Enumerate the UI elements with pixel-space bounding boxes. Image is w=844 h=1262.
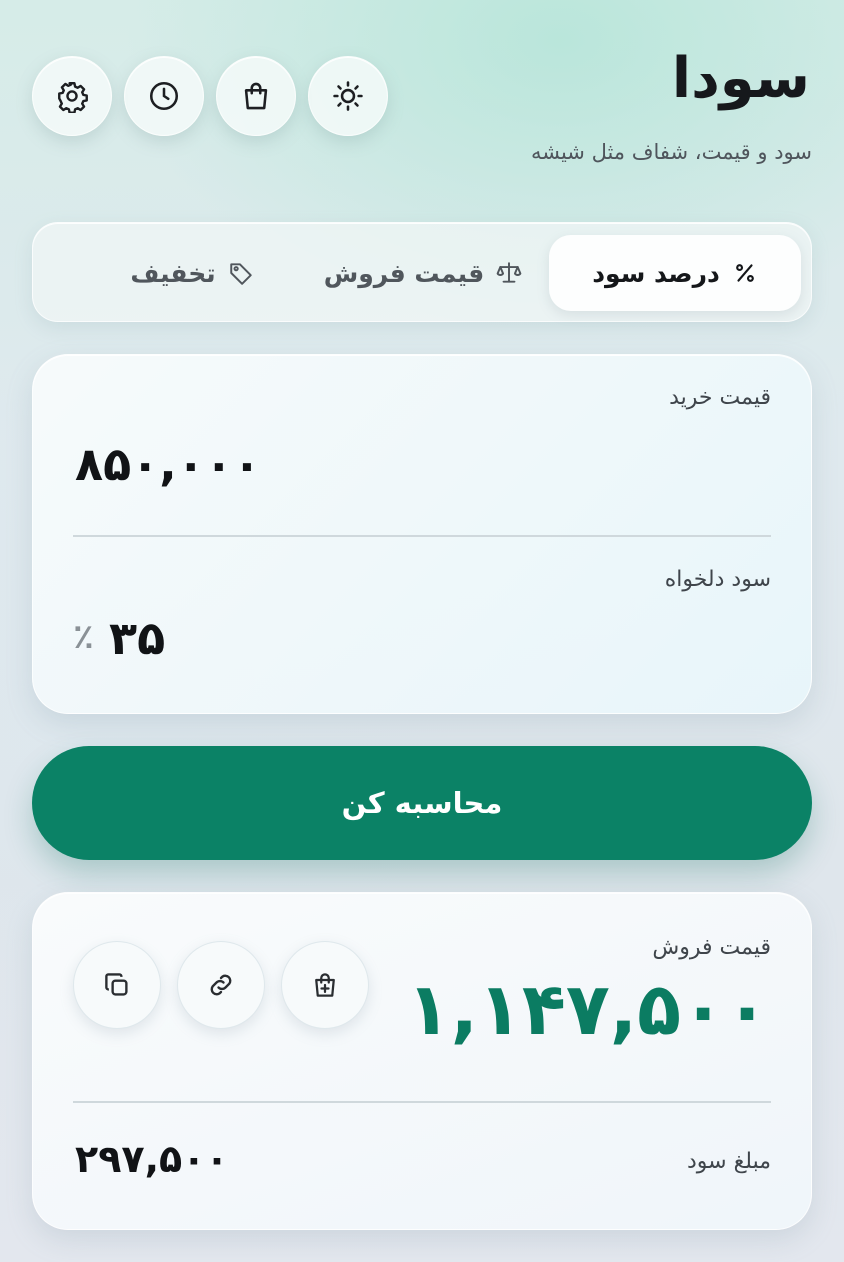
divider bbox=[73, 1101, 771, 1103]
bag-plus-icon bbox=[315, 973, 335, 997]
desired-profit-label: سود دلخواه bbox=[664, 567, 771, 592]
percent-symbol: ٪ bbox=[73, 617, 94, 657]
mode-tabs: درصد سود قیمت فروش تخفیف bbox=[32, 222, 812, 322]
shop-button[interactable] bbox=[216, 56, 296, 136]
tab-profit-percent[interactable]: درصد سود bbox=[549, 235, 801, 311]
purchase-price-input[interactable]: ۸۵۰,۰۰۰ bbox=[75, 437, 261, 491]
input-card: قیمت خرید ۸۵۰,۰۰۰ سود دلخواه ۳۵ ٪ bbox=[32, 354, 812, 714]
app-title: سودا bbox=[671, 46, 811, 111]
app-subtitle: سود و قیمت، شفاف مثل شیشه bbox=[530, 140, 812, 164]
purchase-price-label: قیمت خرید bbox=[669, 385, 771, 410]
calculate-button[interactable]: محاسبه کن bbox=[32, 746, 812, 860]
tab-sale-price[interactable]: قیمت فروش bbox=[303, 235, 543, 311]
sun-icon bbox=[333, 81, 363, 111]
shopping-bag-icon bbox=[244, 82, 268, 110]
divider bbox=[73, 535, 771, 537]
profit-amount-label: مبلغ سود bbox=[686, 1149, 771, 1174]
history-button[interactable] bbox=[124, 56, 204, 136]
gear-icon bbox=[58, 82, 88, 113]
result-card: قیمت فروش ۱,۱۴۷,۵۰۰ مبلغ سود ۲۹۷,۵۰۰ bbox=[32, 892, 812, 1230]
profit-amount-value: ۲۹۷,۵۰۰ bbox=[75, 1137, 229, 1181]
tab-label: قیمت فروش bbox=[323, 258, 485, 288]
tab-discount[interactable]: تخفیف bbox=[87, 235, 297, 311]
clock-icon bbox=[149, 81, 179, 111]
link-icon bbox=[210, 974, 232, 996]
copy-icon bbox=[105, 973, 128, 996]
share-link-button[interactable] bbox=[177, 941, 265, 1029]
percent-icon bbox=[735, 264, 754, 282]
add-to-basket-button[interactable] bbox=[281, 941, 369, 1029]
tag-icon bbox=[229, 263, 252, 285]
sale-price-value: ۱,۱۴۷,۵۰۰ bbox=[406, 967, 769, 1051]
tab-label: تخفیف bbox=[130, 258, 216, 288]
desired-profit-input[interactable]: ۳۵ bbox=[109, 611, 165, 665]
copy-button[interactable] bbox=[73, 941, 161, 1029]
scale-icon bbox=[496, 262, 522, 283]
calculate-button-label: محاسبه کن bbox=[341, 786, 503, 820]
settings-button[interactable] bbox=[32, 56, 112, 136]
sale-price-label: قیمت فروش bbox=[652, 935, 771, 960]
theme-toggle-button[interactable] bbox=[308, 56, 388, 136]
tab-label: درصد سود bbox=[592, 258, 720, 288]
